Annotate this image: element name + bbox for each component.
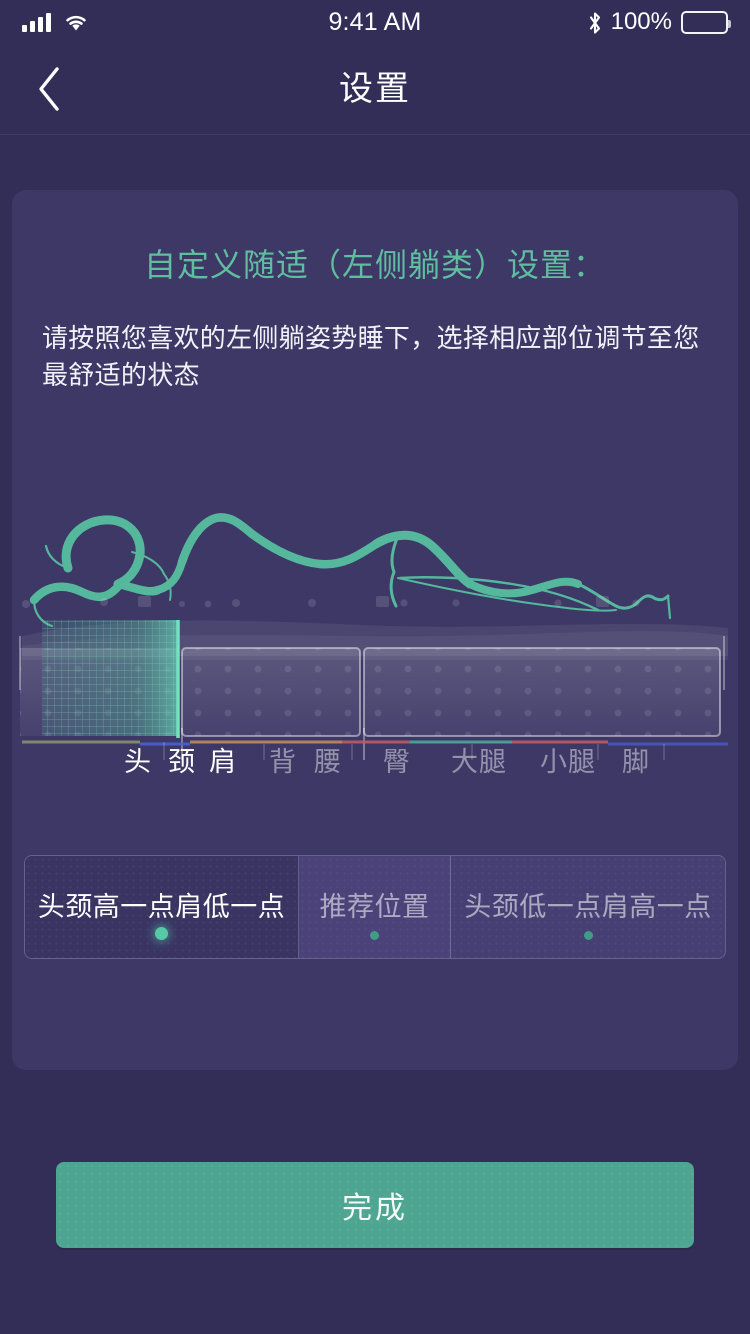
option-indicator-dot (370, 931, 379, 940)
navigation-bar: 设置 (0, 44, 750, 135)
body-part-waist[interactable]: 腰 (314, 740, 342, 779)
app-screen: 9:41 AM 100% 设置 自定义随适（左侧躺类）设置： 请按照您喜欢的左侧… (0, 0, 750, 1334)
card-description: 请按照您喜欢的左侧躺姿势睡下，选择相应部位调节至您最舒适的状态 (42, 323, 700, 390)
body-part-shoulder[interactable]: 肩 (209, 740, 237, 779)
done-button[interactable]: 完成 (56, 1162, 694, 1248)
body-part-thigh[interactable]: 大腿 (451, 740, 507, 779)
body-part-head[interactable]: 头 (124, 740, 152, 779)
body-part-calf[interactable]: 小腿 (540, 740, 596, 779)
status-bar-left (22, 12, 89, 32)
body-part-labels: 头 颈 肩 背 腰 臀 大腿 小腿 脚 (12, 740, 738, 790)
wifi-icon (63, 12, 89, 32)
card-title: 自定义随适（左侧躺类）设置： (143, 247, 606, 283)
status-bar-right: 100% (588, 8, 731, 36)
page-title: 设置 (339, 70, 411, 108)
option-indicator-dot (155, 927, 168, 940)
signal-bars-icon (22, 12, 51, 32)
bluetooth-icon (588, 11, 602, 34)
body-part-back[interactable]: 背 (269, 740, 297, 779)
option-label: 推荐位置 (319, 891, 430, 922)
adjustment-options-group: 头颈高一点肩低一点 推荐位置 头颈低一点肩高一点 (24, 855, 726, 959)
option-indicator-dot (583, 931, 593, 940)
battery-full-icon (681, 10, 731, 34)
option-recommended-position[interactable]: 推荐位置 (299, 856, 451, 958)
body-part-foot[interactable]: 脚 (622, 740, 650, 779)
body-part-hip[interactable]: 臀 (383, 740, 411, 779)
done-button-label: 完成 (342, 1192, 408, 1225)
option-label: 头颈高一点肩低一点 (37, 891, 286, 922)
status-bar: 9:41 AM 100% (0, 0, 750, 44)
option-label: 头颈低一点肩高一点 (464, 891, 712, 922)
settings-card: 自定义随适（左侧躺类）设置： 请按照您喜欢的左侧躺姿势睡下，选择相应部位调节至您… (12, 190, 738, 1070)
body-part-neck[interactable]: 颈 (168, 740, 196, 779)
option-head-high-shoulder-low[interactable]: 头颈高一点肩低一点 (25, 856, 299, 958)
battery-percent-label: 100% (610, 8, 672, 35)
option-head-low-shoulder-high[interactable]: 头颈低一点肩高一点 (451, 856, 725, 958)
